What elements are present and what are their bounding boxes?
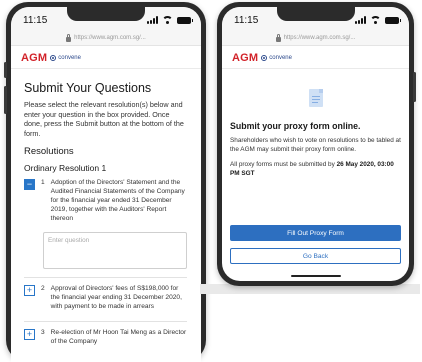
go-back-button[interactable]: Go Back	[230, 248, 401, 264]
convene-mark-icon	[50, 55, 57, 61]
divider	[24, 277, 187, 279]
home-indicator	[290, 275, 341, 277]
resolution-text: Approval of Directors' fees of S$198,000…	[50, 285, 182, 310]
proxy-description: Shareholders who wish to vote on resolut…	[230, 137, 401, 153]
proxy-deadline: All proxy forms must be submitted by 26 …	[230, 161, 401, 178]
right-phone-mockup: 11:15 https://www.agm.com.sg/... AGM con…	[217, 2, 416, 286]
phone-side-button	[4, 86, 7, 114]
proxy-title: Submit your proxy form online.	[230, 121, 361, 131]
resolution-item: + 3 Re-election of Mr Hoon Tai Meng as a…	[24, 328, 187, 347]
phone-side-button	[413, 72, 416, 102]
status-time: 11:15	[234, 15, 259, 26]
question-input[interactable]: Enter question	[43, 232, 187, 270]
status-time: 11:15	[23, 15, 48, 26]
convene-logo: convene	[261, 55, 292, 61]
left-phone-screen: 11:15 https://www.agm.com.sg/... AGM con…	[11, 7, 201, 362]
app-header: AGM convene	[222, 46, 409, 69]
lock-icon	[275, 33, 281, 42]
app-header: AGM convene	[11, 46, 201, 69]
form-instructions: Please select the relevant resolution(s)…	[24, 100, 184, 138]
wifi-icon	[370, 16, 381, 24]
convene-logo-text: convene	[58, 55, 81, 61]
agm-logo-text: AGM	[21, 52, 48, 64]
page-title: Submit Your Questions	[24, 81, 152, 95]
signal-icon	[355, 16, 366, 24]
status-bar: 11:15	[11, 7, 201, 31]
resolution-item: + 2 Approval of Directors' fees of S$198…	[24, 285, 187, 311]
proxy-form-panel: Submit your proxy form online. Sharehold…	[222, 69, 409, 281]
resolution-item: − 1 Adoption of the Directors' Statement…	[24, 179, 187, 223]
fill-out-proxy-form-button[interactable]: Fill Out Proxy Form	[230, 225, 401, 241]
url-text: https://www.agm.com.sg/...	[283, 35, 356, 41]
brand-logo[interactable]: AGM convene	[232, 52, 292, 64]
status-icons	[147, 16, 193, 24]
brand-logo[interactable]: AGM convene	[21, 52, 81, 64]
wifi-icon	[162, 16, 173, 24]
resolution-text: Re-election of Mr Hoon Tai Meng as a Dir…	[50, 328, 187, 345]
resolution-text: Adoption of the Directors' Statement and…	[50, 179, 185, 222]
browser-url-bar[interactable]: https://www.agm.com.sg/...	[11, 31, 201, 46]
resolution-number: 1	[41, 179, 45, 187]
lock-icon	[66, 33, 72, 42]
convene-mark-icon	[261, 55, 268, 61]
battery-icon	[385, 16, 401, 24]
browser-url-bar[interactable]: https://www.agm.com.sg/...	[222, 31, 409, 46]
resolution-number: 3	[41, 328, 45, 336]
expand-plus-icon[interactable]: +	[24, 285, 35, 297]
right-phone-screen: 11:15 https://www.agm.com.sg/... AGM con…	[222, 7, 409, 281]
collapse-minus-icon[interactable]: −	[24, 179, 35, 191]
signal-icon	[147, 16, 158, 24]
questions-form: Submit Your Questions Please select the …	[11, 69, 201, 362]
battery-icon	[177, 16, 193, 24]
phone-side-button	[4, 62, 7, 78]
status-bar: 11:15	[222, 7, 409, 31]
left-phone-mockup: 11:15 https://www.agm.com.sg/... AGM con…	[4, 2, 206, 362]
phone-notch	[67, 7, 145, 21]
phone-notch	[276, 7, 355, 21]
divider	[24, 320, 187, 322]
subsection-title: Ordinary Resolution 1	[24, 163, 107, 174]
convene-logo-text: convene	[269, 55, 292, 61]
agm-logo-text: AGM	[232, 52, 259, 64]
convene-logo: convene	[50, 55, 81, 61]
status-icons	[355, 16, 401, 24]
resolution-number: 2	[41, 285, 45, 293]
deadline-prefix: All proxy forms must be submitted by	[230, 161, 337, 169]
section-title: Resolutions	[24, 146, 74, 158]
document-list-icon	[308, 89, 323, 107]
url-text: https://www.agm.com.sg/...	[74, 35, 146, 41]
expand-plus-icon[interactable]: +	[24, 328, 35, 340]
